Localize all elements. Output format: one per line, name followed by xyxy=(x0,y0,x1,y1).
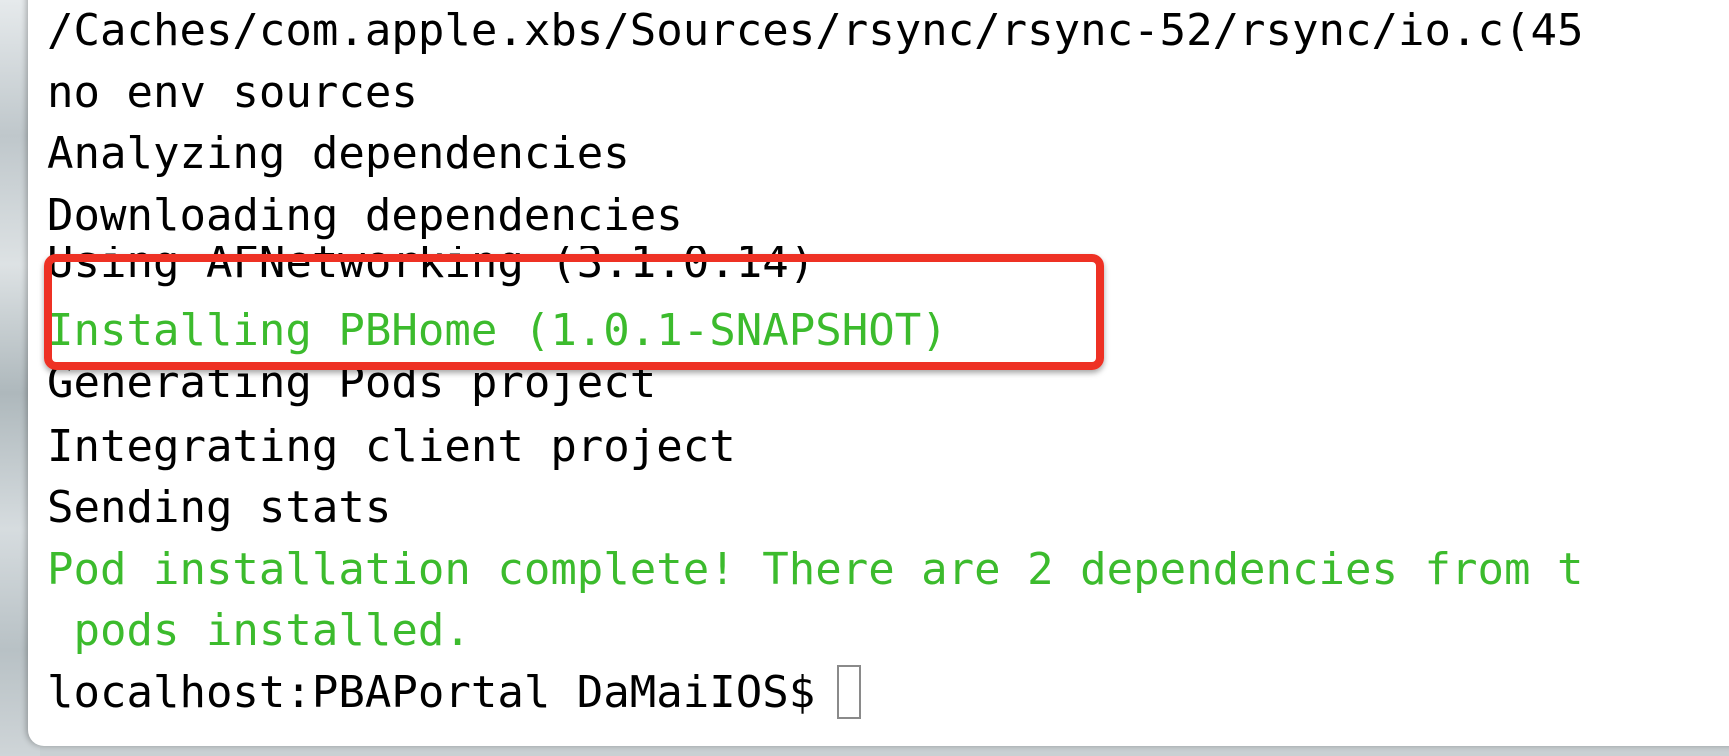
terminal-prompt-line[interactable]: localhost:PBAPortal DaMaiIOS$ xyxy=(47,662,1583,724)
shell-prompt: localhost:PBAPortal DaMaiIOS$ xyxy=(47,666,816,718)
highlight-annotation-box xyxy=(44,254,1104,370)
terminal-line-pods-installed: pods installed. xyxy=(47,605,471,656)
terminal-line-install-complete: Pod installation complete! There are 2 d… xyxy=(47,543,1584,595)
terminal-window[interactable]: /Caches/com.apple.xbs/Sources/rsync/rsyn… xyxy=(28,0,1729,746)
terminal-line-integrating: Integrating client project xyxy=(47,420,736,472)
terminal-line-downloading: Downloading dependencies xyxy=(47,189,683,241)
terminal-line-rsync-path: /Caches/com.apple.xbs/Sources/rsync/rsyn… xyxy=(47,5,1584,56)
terminal-line-no-env: no env sources xyxy=(47,66,418,118)
terminal-line-sending-stats: Sending stats xyxy=(47,482,392,533)
text-cursor[interactable] xyxy=(837,665,862,720)
terminal-line-analyzing: Analyzing dependencies xyxy=(47,128,630,179)
